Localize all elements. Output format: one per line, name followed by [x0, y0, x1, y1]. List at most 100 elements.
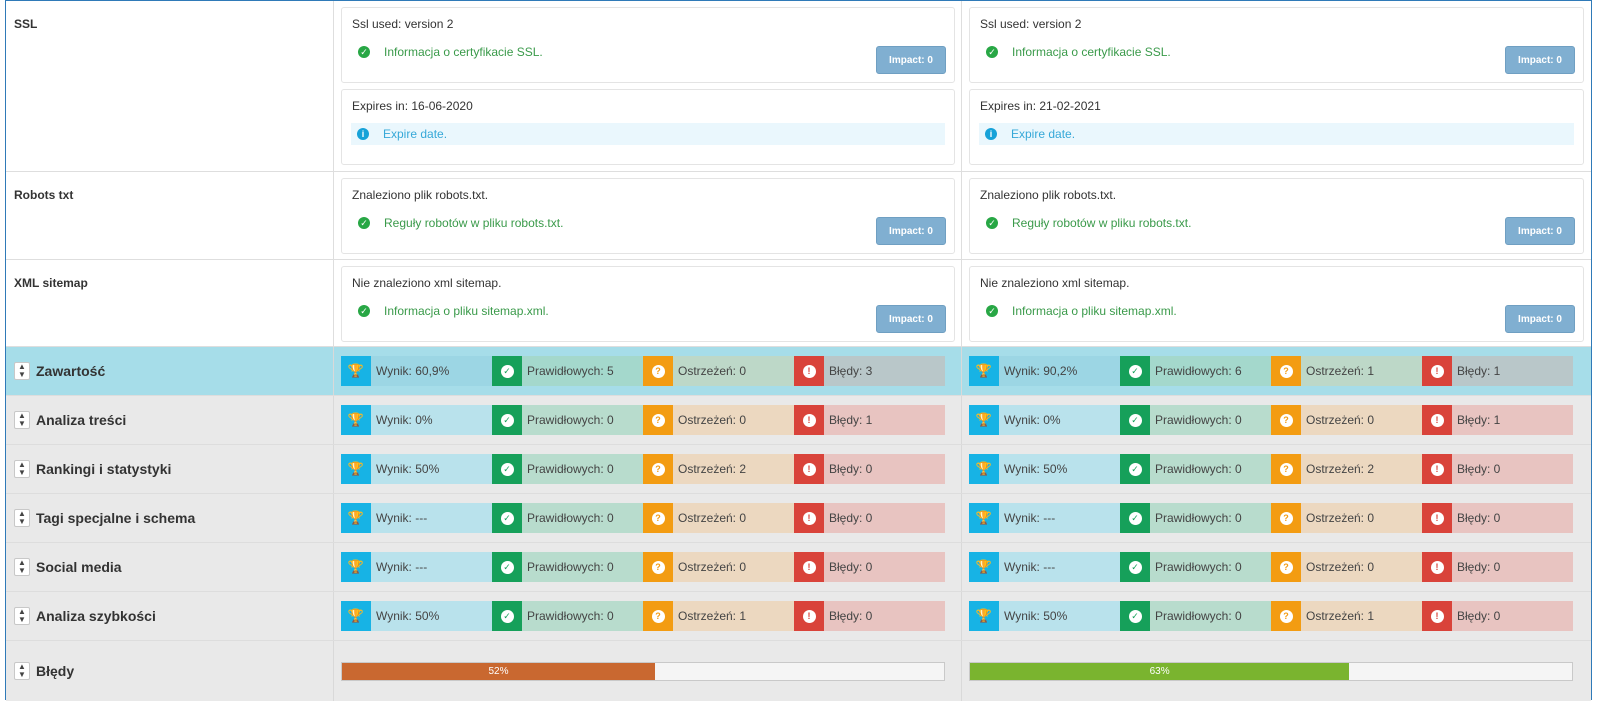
stat-text: Błędy: 0 — [1457, 511, 1501, 525]
stat-warn[interactable]: ? Ostrzeżeń: 1 — [643, 601, 794, 631]
section-toggle[interactable]: ▲ ▼ Analiza treści — [6, 396, 334, 444]
stat-err[interactable]: ! Błędy: 1 — [794, 405, 945, 435]
stat-score[interactable]: 🏆 Wynik: 50% — [341, 454, 492, 484]
section-toggle[interactable]: ▲ ▼ Zawartość — [6, 347, 334, 395]
stat-err[interactable]: ! Błędy: 0 — [794, 552, 945, 582]
sitemap-msg-text: Informacja o pliku sitemap.xml. — [384, 304, 549, 318]
stat-err[interactable]: ! Błędy: 0 — [794, 454, 945, 484]
stat-warn[interactable]: ? Ostrzeżeń: 0 — [643, 503, 794, 533]
section-row: ▲ ▼ Rankingi i statystyki 🏆 Wynik: 50% ✓ Prawi… — [6, 445, 1591, 494]
stat-score[interactable]: 🏆 Wynik: 90,2% — [969, 356, 1120, 386]
stat-warn[interactable]: ? Ostrzeżeń: 0 — [1271, 503, 1422, 533]
section-toggle[interactable]: ▲ ▼ Social media — [6, 543, 334, 591]
stat-badge: 🏆 — [969, 552, 999, 582]
stat-badge: ? — [1271, 405, 1301, 435]
sort-icon[interactable]: ▲ ▼ — [14, 662, 30, 680]
stat-score[interactable]: 🏆 Wynik: --- — [969, 503, 1120, 533]
stat-text: Ostrzeżeń: 1 — [678, 609, 747, 623]
stats-bar: 🏆 Wynik: --- ✓ Prawidłowych: 0? Ostrzeżeń: 0… — [969, 552, 1573, 582]
stat-valid[interactable]: ✓ Prawidłowych: 0 — [1120, 601, 1271, 631]
row-label-sitemap: XML sitemap — [6, 260, 334, 346]
row-errors: ▲ ▼ Błędy 52% 63% — [6, 641, 1591, 701]
sort-icon[interactable]: ▲ ▼ — [14, 362, 30, 380]
stat-warn[interactable]: ? Ostrzeżeń: 0 — [1271, 552, 1422, 582]
stat-err[interactable]: ! Błędy: 1 — [1422, 356, 1573, 386]
stat-score[interactable]: 🏆 Wynik: 50% — [341, 601, 492, 631]
stat-warn[interactable]: ? Ostrzeżeń: 0 — [643, 552, 794, 582]
stat-text: Wynik: 90,2% — [1004, 364, 1078, 378]
stat-badge: ? — [643, 601, 673, 631]
stat-badge: ! — [1422, 405, 1452, 435]
stat-score[interactable]: 🏆 Wynik: 0% — [969, 405, 1120, 435]
sort-icon[interactable]: ▲ ▼ — [14, 607, 30, 625]
stat-score[interactable]: 🏆 Wynik: --- — [341, 503, 492, 533]
stats-bar: 🏆 Wynik: --- ✓ Prawidłowych: 0? Ostrzeżeń: 0… — [341, 552, 945, 582]
impact-button[interactable]: Impact: 0 — [876, 305, 946, 333]
stat-valid[interactable]: ✓ Prawidłowych: 0 — [492, 454, 643, 484]
stat-warn[interactable]: ? Ostrzeżeń: 0 — [643, 356, 794, 386]
stat-valid[interactable]: ✓ Prawidłowych: 0 — [492, 552, 643, 582]
section-toggle[interactable]: ▲ ▼ Analiza szybkości — [6, 592, 334, 640]
section-toggle[interactable]: ▲ ▼ Rankingi i statystyki — [6, 445, 334, 493]
sort-icon[interactable]: ▲ ▼ — [14, 558, 30, 576]
stat-err[interactable]: ! Błędy: 0 — [1422, 454, 1573, 484]
stats-bar: 🏆 Wynik: 50% ✓ Prawidłowych: 0? Ostrzeżeń: 1… — [969, 601, 1573, 631]
stat-warn[interactable]: ? Ostrzeżeń: 2 — [1271, 454, 1422, 484]
sort-icon[interactable]: ▲ ▼ — [14, 411, 30, 429]
impact-button[interactable]: Impact: 0 — [1505, 305, 1575, 333]
stat-err[interactable]: ! Błędy: 1 — [1422, 405, 1573, 435]
section-col: 🏆 Wynik: 50% ✓ Prawidłowych: 0? Ostrzeżeń: 1… — [334, 592, 962, 640]
stat-err[interactable]: ! Błędy: 3 — [794, 356, 945, 386]
stat-err[interactable]: ! Błędy: 0 — [1422, 552, 1573, 582]
stat-err[interactable]: ! Błędy: 0 — [1422, 503, 1573, 533]
stat-text: Wynik: --- — [376, 511, 428, 525]
stat-badge: ✓ — [492, 601, 522, 631]
section-col: 🏆 Wynik: 90,2% ✓ Prawidłowych: 6? Ostrzeżeń:… — [962, 347, 1590, 395]
stat-badge: 🏆 — [969, 356, 999, 386]
stat-badge: ? — [1271, 601, 1301, 631]
stat-score[interactable]: 🏆 Wynik: 0% — [341, 405, 492, 435]
impact-button[interactable]: Impact: 0 — [876, 217, 946, 245]
stat-score[interactable]: 🏆 Wynik: --- — [341, 552, 492, 582]
impact-button[interactable]: Impact: 0 — [876, 46, 946, 74]
stat-valid[interactable]: ✓ Prawidłowych: 0 — [1120, 552, 1271, 582]
stat-valid[interactable]: ✓ Prawidłowych: 0 — [1120, 405, 1271, 435]
stat-score[interactable]: 🏆 Wynik: 60,9% — [341, 356, 492, 386]
sitemap-card: Nie znaleziono xml sitemap. ✓ Informacja … — [341, 266, 955, 342]
stat-err[interactable]: ! Błędy: 0 — [1422, 601, 1573, 631]
stat-score[interactable]: 🏆 Wynik: 50% — [969, 454, 1120, 484]
stat-valid[interactable]: ✓ Prawidłowych: 0 — [1120, 454, 1271, 484]
stat-text: Prawidłowych: 0 — [527, 413, 614, 427]
stat-err[interactable]: ! Błędy: 0 — [794, 601, 945, 631]
comparison-table: SSL Ssl used: version 2 ✓ Informacja o ce… — [5, 0, 1592, 701]
sort-icon[interactable]: ▲ ▼ — [14, 509, 30, 527]
section-label: Zawartość — [36, 363, 106, 379]
stat-valid[interactable]: ✓ Prawidłowych: 5 — [492, 356, 643, 386]
check-circle-icon: ✓ — [500, 462, 514, 476]
check-circle-icon: ✓ — [358, 46, 370, 58]
stat-warn[interactable]: ? Ostrzeżeń: 1 — [1271, 601, 1422, 631]
stat-valid[interactable]: ✓ Prawidłowych: 0 — [1120, 503, 1271, 533]
section-col: 🏆 Wynik: --- ✓ Prawidłowych: 0? Ostrzeżeń: 0… — [334, 543, 962, 591]
stat-err[interactable]: ! Błędy: 0 — [794, 503, 945, 533]
stat-valid[interactable]: ✓ Prawidłowych: 0 — [492, 405, 643, 435]
stat-warn[interactable]: ? Ostrzeżeń: 0 — [643, 405, 794, 435]
stat-score[interactable]: 🏆 Wynik: --- — [969, 552, 1120, 582]
stat-warn[interactable]: ? Ostrzeżeń: 0 — [1271, 405, 1422, 435]
impact-button[interactable]: Impact: 0 — [1505, 46, 1575, 74]
stat-valid[interactable]: ✓ Prawidłowych: 0 — [492, 503, 643, 533]
sort-icon[interactable]: ▲ ▼ — [14, 460, 30, 478]
stat-warn[interactable]: ? Ostrzeżeń: 1 — [1271, 356, 1422, 386]
stat-valid[interactable]: ✓ Prawidłowych: 6 — [1120, 356, 1271, 386]
stat-badge: ! — [1422, 503, 1452, 533]
robots-col-2: Znaleziono plik robots.txt. ✓ Reguły robo… — [962, 172, 1590, 259]
stat-warn[interactable]: ? Ostrzeżeń: 2 — [643, 454, 794, 484]
stat-valid[interactable]: ✓ Prawidłowych: 0 — [492, 601, 643, 631]
section-toggle[interactable]: ▲ ▼ Tagi specjalne i schema — [6, 494, 334, 542]
impact-button[interactable]: Impact: 0 — [1505, 217, 1575, 245]
question-circle-icon: ? — [1279, 609, 1293, 623]
stat-score[interactable]: 🏆 Wynik: 50% — [969, 601, 1120, 631]
section-toggle-errors[interactable]: ▲ ▼ Błędy — [6, 641, 334, 701]
exclamation-circle-icon: ! — [1430, 609, 1444, 623]
stat-text: Błędy: 1 — [1457, 413, 1501, 427]
